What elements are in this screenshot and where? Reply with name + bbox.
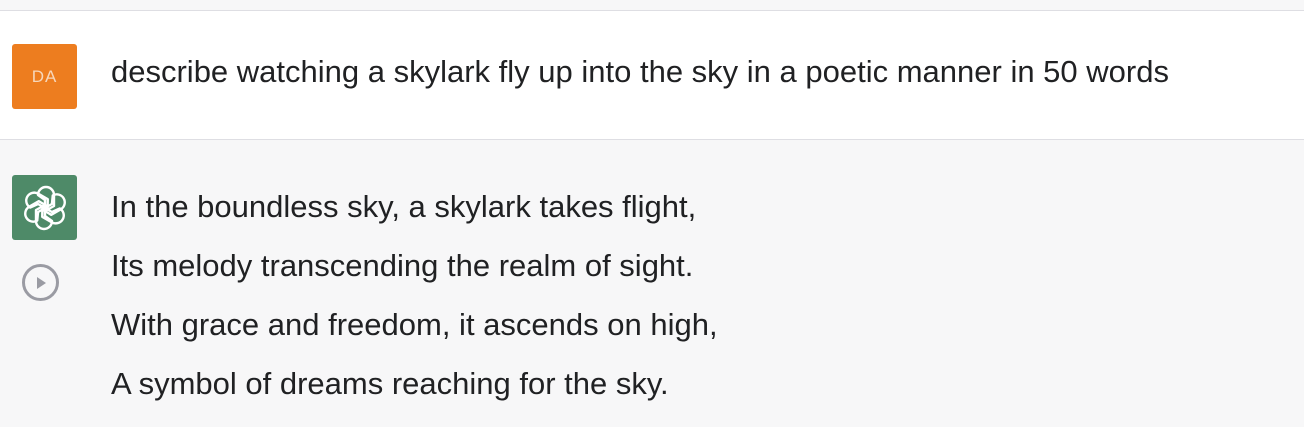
user-avatar: DA bbox=[12, 44, 77, 109]
poem-line-1: In the boundless sky, a skylark takes fl… bbox=[111, 189, 697, 224]
poem-line-2: Its melody transcending the realm of sig… bbox=[111, 248, 694, 283]
play-audio-button[interactable] bbox=[22, 264, 59, 301]
openai-logo-icon bbox=[23, 185, 66, 230]
assistant-message-row: In the boundless sky, a skylark takes fl… bbox=[0, 140, 1304, 427]
user-message-text: describe watching a skylark fly up into … bbox=[111, 54, 1169, 89]
user-message-row: DA describe watching a skylark fly up in… bbox=[0, 11, 1304, 140]
play-icon bbox=[36, 276, 46, 289]
top-divider bbox=[0, 0, 1304, 11]
poem-line-3: With grace and freedom, it ascends on hi… bbox=[111, 307, 718, 342]
user-avatar-initials: DA bbox=[31, 66, 58, 86]
assistant-avatar bbox=[12, 175, 77, 240]
assistant-message-text: In the boundless sky, a skylark takes fl… bbox=[111, 187, 718, 423]
poem-line-4: A symbol of dreams reaching for the sky. bbox=[111, 366, 669, 401]
